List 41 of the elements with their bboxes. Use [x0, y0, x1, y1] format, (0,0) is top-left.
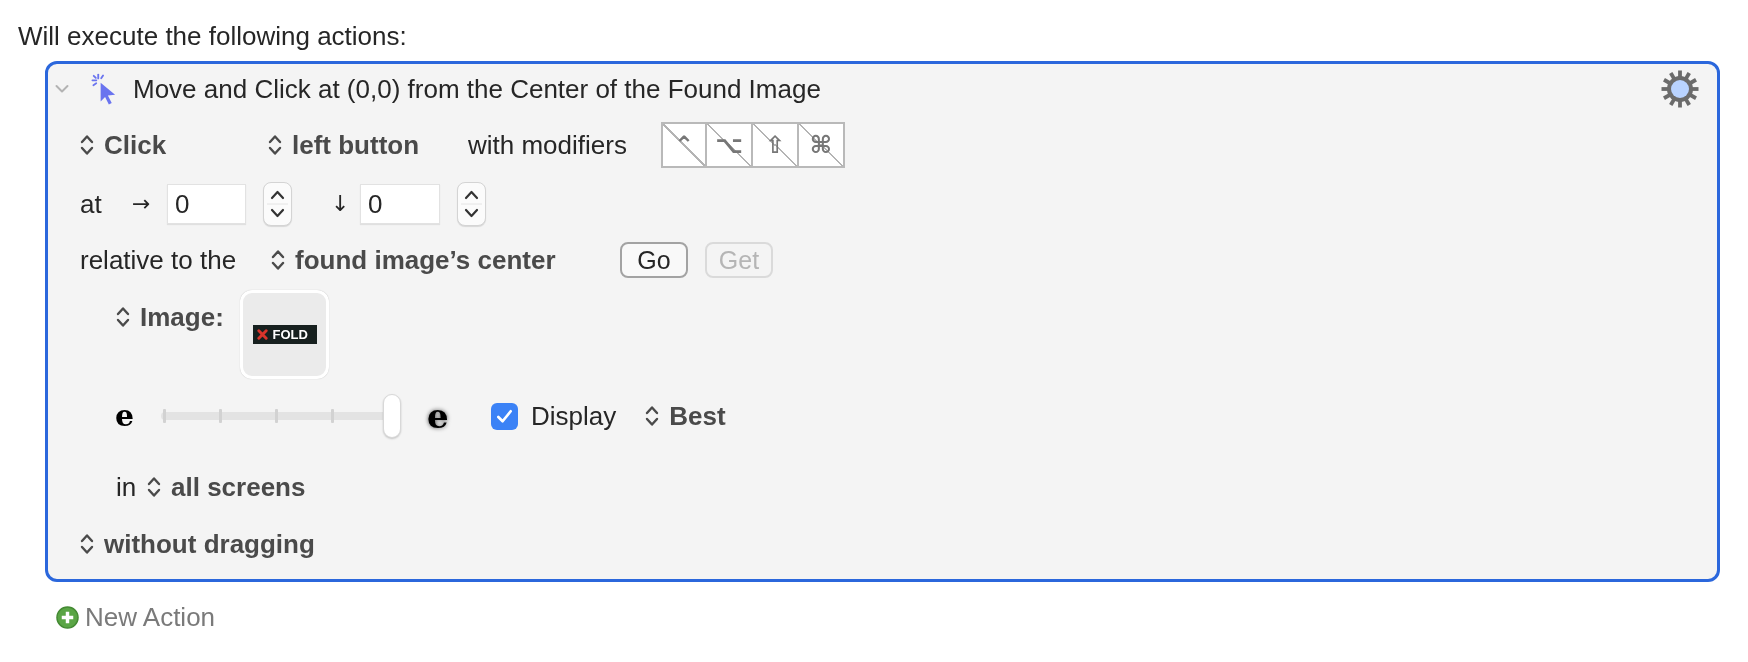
checkbox-label: Display [531, 401, 617, 431]
stepper[interactable] [263, 182, 292, 226]
stepper[interactable] [457, 182, 486, 226]
thumbnail-label: FOLD [272, 328, 308, 341]
cross-icon [256, 329, 268, 340]
add-icon [56, 605, 79, 629]
action-title: Move and Click at (0,0) from the Center of the Found Image [133, 74, 821, 104]
y-arrow-label: ↓ [331, 191, 350, 216]
number-field[interactable]: 0 [167, 184, 246, 224]
x-arrow-label: → [132, 191, 151, 216]
popup-button[interactable]: found image’s center [271, 245, 556, 275]
slider-track[interactable] [161, 394, 401, 438]
updown-chevron-icon [80, 134, 94, 156]
updown-chevron-icon [116, 306, 130, 328]
updown-chevron-icon [271, 249, 285, 271]
popup-button[interactable]: without dragging [80, 529, 315, 559]
updown-chevron-icon [268, 134, 282, 156]
new-action-button[interactable]: New Action [56, 602, 216, 632]
modifier-toggle[interactable]: ⌃ [661, 122, 707, 168]
slider-thumb[interactable] [383, 394, 401, 438]
number-field[interactable]: 0 [360, 184, 440, 224]
checkbox[interactable] [491, 402, 518, 430]
popup-button[interactable]: all screens [147, 472, 306, 502]
relative-label: relative to the [80, 244, 237, 275]
updown-chevron-icon [80, 533, 94, 555]
pointer-sparkle-icon [91, 72, 118, 106]
popup-button[interactable]: Best [645, 401, 726, 431]
popup-button[interactable]: Click [80, 130, 167, 160]
slider-min-label: e [115, 398, 135, 433]
at-label: at [80, 188, 102, 219]
push-button[interactable]: Go [620, 242, 688, 278]
slider-max-label: e [427, 395, 449, 436]
popup-button[interactable]: left button [268, 130, 420, 160]
popup-button[interactable]: Image: [116, 302, 224, 332]
heading-text: Will execute the following actions: [18, 21, 407, 51]
modifiers-label: with modifiers [468, 129, 627, 160]
in-label: in [116, 471, 137, 502]
settings-gear-icon[interactable] [1660, 69, 1700, 109]
image-well[interactable]: FOLD [240, 290, 329, 379]
updown-chevron-icon [147, 476, 161, 498]
updown-chevron-icon [645, 405, 660, 427]
